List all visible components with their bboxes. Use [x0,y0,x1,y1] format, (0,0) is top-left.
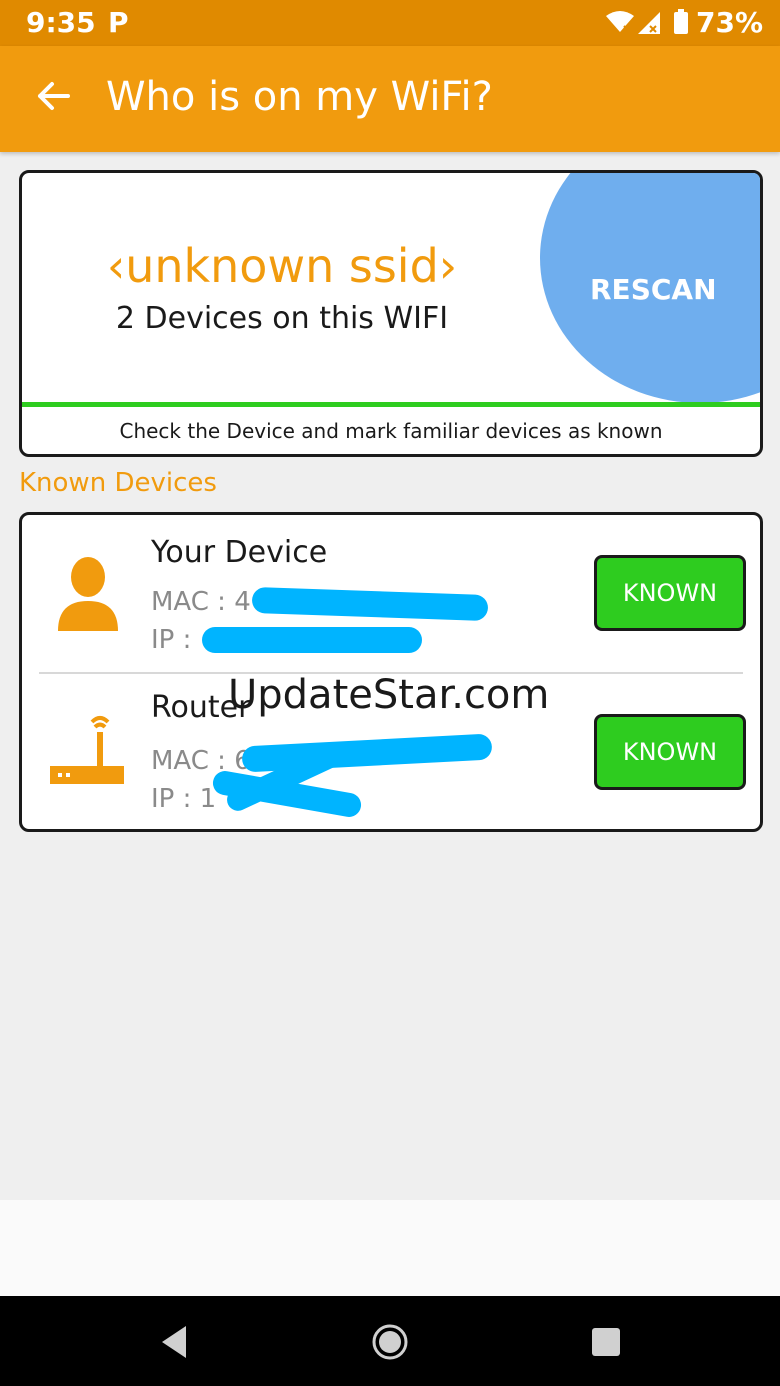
parking-icon: P [108,6,129,39]
page-title: Who is on my WiFi? [106,74,493,120]
known-devices-header: Known Devices [19,468,217,498]
device-ip: IP : 1 [151,784,217,814]
device-ip: IP : [151,625,192,655]
redaction-scribble [251,586,489,622]
status-icons [604,8,690,42]
network-card: RESCAN ‹unknown ssid› 2 Devices on this … [19,170,763,457]
watermark: UpdateStar.com [228,672,550,718]
person-icon [58,557,118,631]
status-bar: 9:35 P 73% [0,0,780,46]
nav-recents-icon[interactable] [584,1320,628,1364]
device-row-your-device[interactable]: Your Device MAC : 4 IP : KNOWN [22,515,760,671]
rescan-label[interactable]: RESCAN [590,273,717,306]
bottom-area [0,1200,780,1296]
known-button[interactable]: KNOWN [594,555,746,631]
arrow-left-icon[interactable] [34,76,74,116]
wifi-signal-icon [606,9,688,34]
device-count: 2 Devices on this WIFI [115,301,449,336]
redaction-scribble [202,627,422,653]
progress-divider [22,402,760,407]
nav-home-icon[interactable] [368,1320,412,1364]
known-button[interactable]: KNOWN [594,714,746,790]
redaction-scribble [241,733,493,773]
ssid-label: ‹unknown ssid› [106,239,458,293]
status-time: 9:35 [26,6,96,39]
router-icon [50,716,124,784]
device-mac: MAC : 4 [151,587,251,617]
system-nav-bar [0,1296,780,1386]
device-name: Your Device [151,535,328,570]
hint-text: Check the Device and mark familiar devic… [119,419,663,443]
app-bar: Who is on my WiFi? [0,46,780,152]
nav-back-icon[interactable] [152,1320,196,1364]
device-mac: MAC : 6 [151,746,251,776]
battery-percent: 73% [696,6,764,39]
